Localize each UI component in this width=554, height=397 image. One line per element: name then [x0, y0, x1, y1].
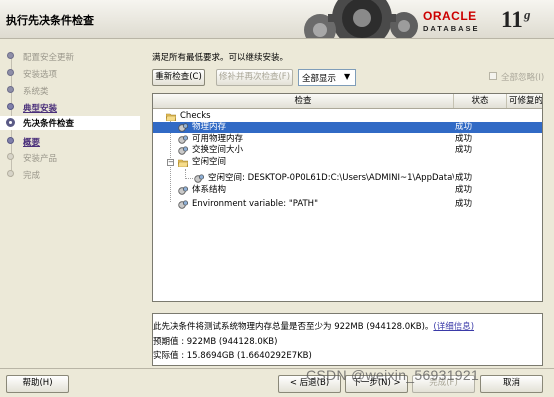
- nav-step-prereq-checks: 先决条件检查: [0, 116, 140, 130]
- check-details-panel: 此先决条件将测试系统物理内存总量是否至少为 922MB (944128.0KB)…: [152, 313, 543, 366]
- check-gear-icon: [178, 200, 188, 209]
- dropdown-arrow-icon[interactable]: ▼: [344, 72, 350, 81]
- detail-description: 此先决条件将测试系统物理内存总量是否至少为 922MB (944128.0KB)…: [153, 320, 474, 332]
- fix-and-recheck-button[interactable]: 修补并再次检查(F): [216, 69, 293, 86]
- nav-step-label: 配置安全更新: [23, 53, 75, 63]
- watermark-text: CSDN @weixin_56931921: [306, 367, 480, 383]
- window-title: 执行先决条件检查: [6, 14, 94, 27]
- check-gear-icon: [194, 174, 204, 183]
- check-status: 成功: [455, 122, 473, 132]
- ignore-all-label: 全部忽略(I): [501, 73, 545, 83]
- filter-value: 全部显示: [302, 74, 337, 84]
- table-row[interactable]: 可用物理内存 成功: [153, 134, 542, 145]
- check-status: 成功: [455, 134, 473, 144]
- nav-step-install-options: 安装选项: [0, 67, 140, 81]
- nav-step-system-class: 系统类: [0, 84, 140, 98]
- nav-step-label: 安装选项: [23, 70, 58, 80]
- step-dot-icon: [7, 103, 14, 110]
- version-number: 11: [501, 7, 523, 32]
- expected-value: 预期值 : 922MB (944128.0KB): [153, 337, 278, 347]
- cancel-button[interactable]: 取消: [480, 375, 543, 393]
- recheck-button[interactable]: 重新检查(C): [152, 69, 205, 86]
- table-row[interactable]: − 空闲空间: [153, 157, 542, 168]
- actual-value: 实际值 : 15.8694GB (1.6640292E7KB): [153, 351, 312, 361]
- check-name: 空闲空间: DESKTOP-0P0L61D:C:\Users\ADMINI~1\…: [208, 173, 454, 183]
- table-row[interactable]: 空闲空间: DESKTOP-0P0L61D:C:\Users\ADMINI~1\…: [153, 173, 542, 184]
- nav-step-label[interactable]: 概要: [23, 136, 40, 148]
- database-label: DATABASE: [423, 24, 480, 33]
- check-status: 成功: [455, 199, 473, 209]
- check-name: 可用物理内存: [192, 134, 244, 144]
- nav-step-label: 系统类: [23, 87, 49, 97]
- more-details-link[interactable]: (详细信息): [433, 322, 474, 332]
- folder-open-icon: [178, 159, 188, 167]
- table-row[interactable]: 交换空间大小 成功: [153, 145, 542, 156]
- checkbox-box[interactable]: [489, 72, 497, 80]
- step-dot-icon: [7, 52, 14, 59]
- table-row[interactable]: 体系结构 成功: [153, 185, 542, 196]
- nav-step-label[interactable]: 典型安装: [23, 102, 57, 114]
- nav-step-label: 先决条件检查: [23, 119, 75, 129]
- check-name: 物理内存: [192, 122, 227, 132]
- nav-step-typical-install[interactable]: 典型安装: [0, 101, 140, 115]
- check-gear-icon: [178, 146, 188, 155]
- step-dot-icon: [7, 69, 14, 76]
- check-group-name: 空闲空间: [192, 157, 227, 167]
- collapse-icon[interactable]: −: [167, 159, 174, 166]
- step-dot-icon: [7, 153, 14, 160]
- column-header-fixable[interactable]: 可修复的: [507, 94, 542, 108]
- step-dot-icon: [7, 86, 14, 93]
- help-button[interactable]: 帮助(H): [6, 375, 69, 393]
- checks-tree-table: 检查 状态 可修复的 Checks 物理内存 成功 可用物理内存 成功 交换空间…: [152, 93, 543, 302]
- check-status: 成功: [455, 145, 473, 155]
- check-status: 成功: [455, 173, 473, 183]
- show-filter-select[interactable]: 全部显示 ▼: [298, 69, 356, 86]
- nav-step-install-product: 安装产品: [0, 151, 140, 165]
- check-gear-icon: [178, 186, 188, 195]
- table-row[interactable]: Environment variable: "PATH" 成功: [153, 199, 542, 210]
- check-name: 交换空间大小: [192, 145, 244, 155]
- check-name: 体系结构: [192, 185, 227, 195]
- gears-graphic: [304, 0, 418, 38]
- header-banner: 执行先决条件检查 ORACLE DATABASE 11 g: [0, 0, 554, 39]
- version-suffix: g: [524, 7, 531, 22]
- table-header: 检查 状态 可修复的: [153, 94, 542, 109]
- column-header-status[interactable]: 状态: [454, 94, 507, 108]
- current-step-icon: [6, 118, 15, 127]
- step-navigation: 配置安全更新 安装选项 系统类 典型安装 先决条件检查 概要 安装产品 完成: [0, 39, 140, 364]
- detail-description-text: 此先决条件将测试系统物理内存总量是否至少为 922MB (944128.0KB)…: [153, 322, 434, 332]
- check-status: 成功: [455, 185, 473, 195]
- check-gear-icon: [178, 135, 188, 144]
- table-row[interactable]: 物理内存 成功: [153, 122, 542, 133]
- nav-step-label: 完成: [23, 171, 41, 181]
- oracle-logo: ORACLE: [423, 9, 477, 23]
- step-dot-icon: [7, 170, 14, 177]
- nav-step-summary[interactable]: 概要: [0, 135, 140, 149]
- step-dot-icon: [7, 137, 14, 144]
- status-message: 满足所有最低要求。可以继续安装。: [152, 53, 289, 63]
- tree-row-root[interactable]: Checks: [153, 111, 542, 122]
- nav-step-security-updates: 配置安全更新: [0, 50, 140, 64]
- nav-step-label: 安装产品: [23, 154, 58, 164]
- folder-open-icon: [166, 113, 176, 121]
- tree-row-label: Checks: [180, 111, 211, 121]
- check-gear-icon: [178, 123, 188, 132]
- column-header-check[interactable]: 检查: [153, 94, 454, 108]
- check-name: Environment variable: "PATH": [192, 199, 318, 209]
- nav-step-finish: 完成: [0, 168, 140, 182]
